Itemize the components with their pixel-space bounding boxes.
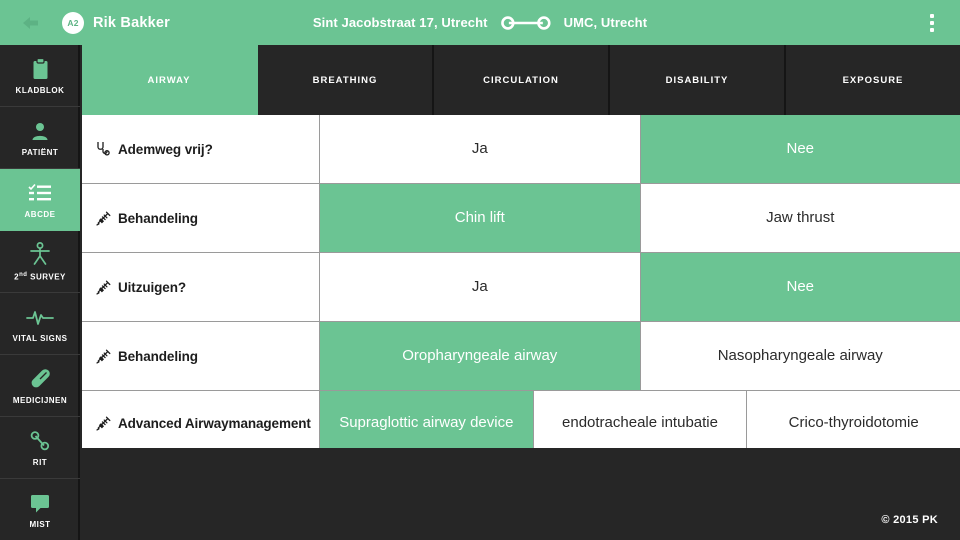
syringe-icon [94, 416, 112, 431]
option-group: Chin lift Jaw thrust [320, 184, 960, 252]
table-row: Ademweg vrij? Ja Nee [82, 115, 960, 184]
option-cell[interactable]: Ja [320, 253, 641, 321]
avatar: A2 [62, 11, 84, 34]
app-root: A2 Rik Bakker Sint Jacobstraat 17, Utrec… [0, 0, 960, 540]
airway-form-table: Ademweg vrij? Ja Nee Behandeling Chin li… [82, 115, 960, 455]
sidebar-item-mist[interactable]: MIST [0, 479, 80, 540]
footer: © 2015 PK [82, 448, 960, 540]
abcde-tabs: AIRWAY BREATHING CIRCULATION DISABILITY … [82, 45, 960, 115]
route-destination: UMC, Utrecht [563, 15, 648, 30]
option-cell[interactable]: Nee [640, 253, 960, 321]
sidebar-item-label: 2nd SURVEY [14, 272, 66, 282]
sidebar-item-label: KLADBLOK [15, 86, 65, 95]
tab-disability[interactable]: DISABILITY [610, 45, 786, 115]
table-row: Advanced Airwaymanagement Supraglottic a… [82, 391, 960, 455]
route-origin: Sint Jacobstraat 17, Utrecht [312, 15, 488, 30]
table-row: Behandeling Chin lift Jaw thrust [82, 184, 960, 253]
option-group: Ja Nee [320, 253, 960, 321]
sidebar-item-label: MEDICIJNEN [12, 396, 68, 405]
tab-breathing[interactable]: BREATHING [258, 45, 434, 115]
syringe-icon [94, 211, 112, 226]
sidebar-item-label: RIT [32, 458, 48, 467]
sidebar-item-label: VITAL SIGNS [12, 334, 68, 343]
route-indicator: Sint Jacobstraat 17, Utrecht UMC, Utrech… [313, 15, 647, 30]
option-cell[interactable]: Ja [320, 115, 641, 183]
table-row: Uitzuigen? Ja Nee [82, 253, 960, 322]
sidebar-item-patient[interactable]: PATIËNT [0, 107, 80, 169]
route-line-icon [500, 15, 551, 30]
syringe-icon [94, 280, 112, 295]
syringe-icon [94, 349, 112, 364]
patient-name: Rik Bakker [93, 14, 170, 31]
route-nodes-icon [29, 428, 51, 454]
tab-exposure[interactable]: EXPOSURE [786, 45, 960, 115]
option-cell[interactable]: Nasopharyngeale airway [640, 322, 960, 390]
sidebar-item-medicijnen[interactable]: MEDICIJNEN [0, 355, 80, 417]
clipboard-icon [32, 56, 49, 82]
question-cell: Behandeling [82, 322, 320, 390]
sidebar-item-vital-signs[interactable]: VITAL SIGNS [0, 293, 80, 355]
question-cell: Advanced Airwaymanagement [82, 391, 320, 455]
sidebar-item-label: MIST [29, 520, 51, 529]
sidebar-item-rit[interactable]: RIT [0, 417, 80, 479]
back-arrow-icon [23, 16, 38, 29]
tab-circulation[interactable]: CIRCULATION [434, 45, 610, 115]
sidebar-item-kladblok[interactable]: KLADBLOK [0, 45, 80, 107]
sidebar-item-abcde[interactable]: ABCDE [0, 169, 80, 231]
sidebar-item-label: ABCDE [24, 210, 56, 219]
option-group: Ja Nee [320, 115, 960, 183]
copyright-text: © 2015 PK [881, 514, 938, 526]
option-cell[interactable]: Supraglottic airway device [320, 391, 534, 455]
app-header: A2 Rik Bakker Sint Jacobstraat 17, Utrec… [0, 0, 960, 45]
option-cell[interactable]: Nee [640, 115, 960, 183]
question-cell: Uitzuigen? [82, 253, 320, 321]
sidebar: KLADBLOK PATIËNT ABCDE 2nd SURVEY VITAL … [0, 45, 80, 540]
kebab-menu-icon[interactable] [926, 10, 938, 36]
option-cell[interactable]: Jaw thrust [640, 184, 960, 252]
question-label: Uitzuigen? [118, 279, 186, 295]
sidebar-item-2nd-survey[interactable]: 2nd SURVEY [0, 231, 80, 293]
sidebar-item-label: PATIËNT [21, 148, 59, 157]
stethoscope-icon [94, 141, 112, 157]
heartbeat-icon [26, 304, 54, 330]
option-cell[interactable]: Oropharyngeale airway [320, 322, 641, 390]
body-survey-icon [28, 241, 52, 267]
back-button[interactable] [0, 0, 62, 45]
tab-airway[interactable]: AIRWAY [82, 45, 258, 115]
pill-icon [29, 366, 51, 392]
checklist-icon [28, 180, 52, 206]
option-cell[interactable]: endotracheale intubatie [533, 391, 748, 455]
option-group: Oropharyngeale airway Nasopharyngeale ai… [320, 322, 960, 390]
question-label: Advanced Airwaymanagement [118, 415, 311, 431]
question-cell: Ademweg vrij? [82, 115, 320, 183]
question-cell: Behandeling [82, 184, 320, 252]
option-cell[interactable]: Crico-thyroidotomie [747, 391, 960, 455]
question-label: Ademweg vrij? [118, 141, 213, 157]
question-label: Behandeling [118, 210, 198, 226]
speech-bubble-icon [29, 490, 51, 516]
question-label: Behandeling [118, 348, 198, 364]
option-cell[interactable]: Chin lift [320, 184, 641, 252]
option-group: Supraglottic airway device endotracheale… [320, 391, 960, 455]
table-row: Behandeling Oropharyngeale airway Nasoph… [82, 322, 960, 391]
person-icon [30, 118, 50, 144]
